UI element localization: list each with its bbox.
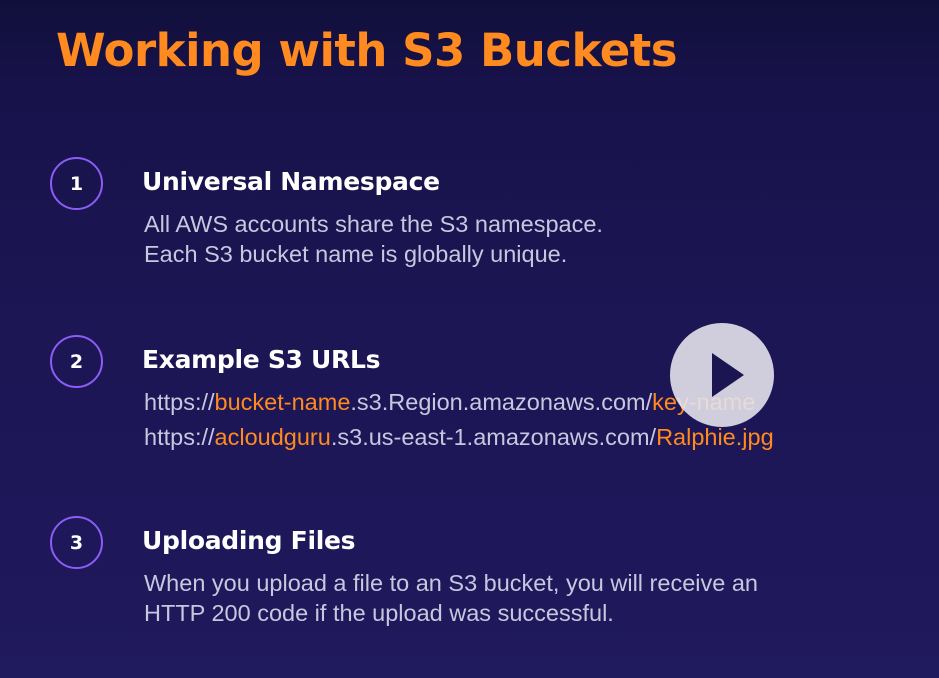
description-line: HTTP 200 code if the upload was successf… [144, 600, 614, 626]
step-number-badge: 2 [50, 335, 103, 388]
slide-title: Working with S3 Buckets [56, 24, 678, 77]
description-line: All AWS accounts share the S3 namespace. [144, 211, 603, 237]
step-number-badge: 3 [50, 516, 103, 569]
item-heading: Universal Namespace [142, 167, 440, 196]
url-host: .s3.us-east-1.amazonaws.com/ [330, 424, 657, 450]
url-prefix: https:// [144, 424, 215, 450]
play-button[interactable] [670, 323, 774, 427]
item-heading: Uploading Files [142, 526, 356, 555]
description-line: When you upload a file to an S3 bucket, … [144, 570, 758, 596]
item-heading: Example S3 URLs [142, 345, 381, 374]
item-description: When you upload a file to an S3 bucket, … [144, 568, 758, 628]
item-description: All AWS accounts share the S3 namespace.… [144, 209, 603, 269]
url-key-name: Ralphie.jpg [656, 424, 774, 450]
description-line: Each S3 bucket name is globally unique. [144, 241, 568, 267]
play-icon [712, 353, 744, 397]
url-host: .s3.Region.amazonaws.com/ [350, 389, 653, 415]
url-prefix: https:// [144, 389, 215, 415]
step-number-badge: 1 [50, 157, 103, 210]
url-bucket-name: bucket-name [214, 389, 351, 415]
url-bucket-name: acloudguru [214, 424, 331, 450]
